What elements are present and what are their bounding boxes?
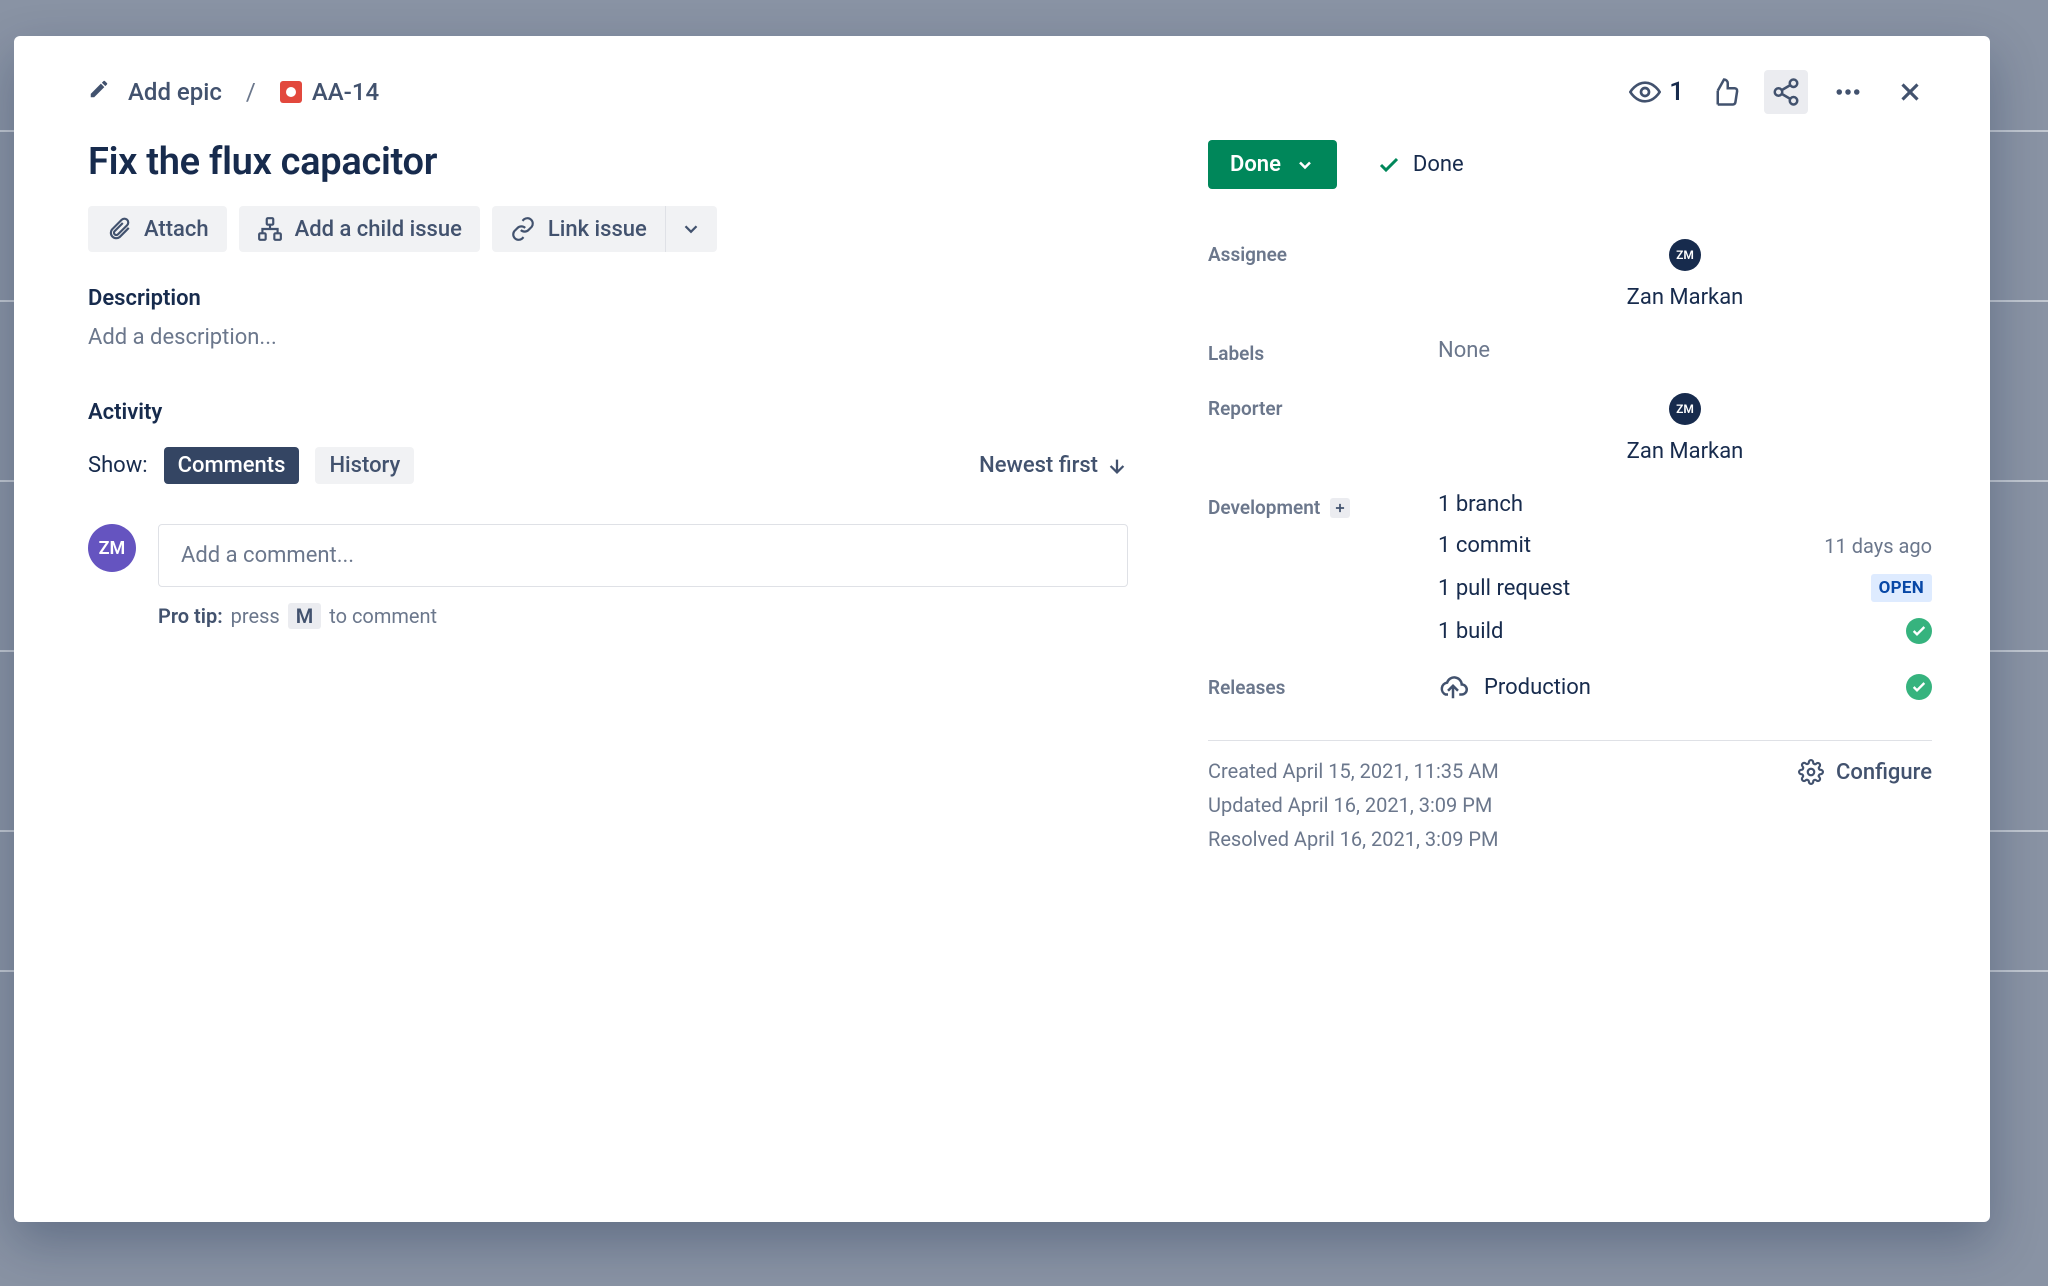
comment-input[interactable]: Add a comment...	[158, 524, 1128, 587]
paperclip-icon	[106, 216, 132, 242]
meta-created: Created April 15, 2021, 11:35 AM	[1208, 759, 1499, 783]
share-icon	[1771, 77, 1801, 107]
description-heading: Description	[88, 286, 1128, 311]
meta-updated: Updated April 16, 2021, 3:09 PM	[1208, 793, 1499, 817]
dev-commit-row[interactable]: 1 commit 11 days ago	[1438, 533, 1932, 558]
dev-pull-request-row[interactable]: 1 pull request OPEN	[1438, 574, 1932, 602]
releases-field[interactable]: Releases Production	[1208, 658, 1932, 716]
child-issue-icon	[257, 216, 283, 242]
release-value: Production	[1484, 675, 1591, 700]
dev-branch-text: 1 branch	[1438, 492, 1523, 517]
link-issue-button[interactable]: Link issue	[492, 206, 665, 252]
watchers-count: 1	[1669, 77, 1684, 107]
cloud-upload-icon	[1438, 672, 1468, 702]
add-child-label: Add a child issue	[295, 217, 462, 242]
more-horizontal-icon	[1833, 77, 1863, 107]
description-input[interactable]: Add a description...	[88, 325, 1128, 350]
chevron-down-icon	[1295, 155, 1315, 175]
tab-history[interactable]: History	[315, 447, 414, 484]
development-add-button[interactable]	[1330, 498, 1350, 518]
attach-button[interactable]: Attach	[88, 206, 227, 252]
pencil-icon	[88, 78, 110, 106]
dev-pr-status-badge: OPEN	[1871, 574, 1932, 602]
issue-detail-modal: Add epic / AA-14 1	[14, 36, 1990, 1222]
issue-key-link[interactable]: AA-14	[280, 78, 379, 106]
status-value: Done	[1230, 152, 1281, 177]
issue-meta-dates: Created April 15, 2021, 11:35 AM Updated…	[1208, 759, 1499, 851]
build-success-icon	[1906, 618, 1932, 644]
configure-button[interactable]: Configure	[1798, 759, 1932, 785]
development-label: Development	[1208, 492, 1438, 519]
dev-branch-row[interactable]: 1 branch	[1438, 492, 1932, 517]
assignee-field[interactable]: Assignee ZM Zan Markan	[1208, 225, 1932, 324]
issue-key-text: AA-14	[312, 78, 379, 106]
check-icon	[1911, 623, 1927, 639]
dev-build-row[interactable]: 1 build	[1438, 618, 1932, 644]
dev-commit-text: 1 commit	[1438, 533, 1531, 558]
meta-resolved: Resolved April 16, 2021, 3:09 PM	[1208, 827, 1499, 851]
reporter-avatar: ZM	[1669, 393, 1701, 425]
resolution-indicator: Done	[1377, 152, 1464, 177]
dev-build-text: 1 build	[1438, 619, 1503, 644]
configure-label: Configure	[1836, 760, 1932, 785]
check-icon	[1911, 679, 1927, 695]
dev-commit-time: 11 days ago	[1824, 534, 1932, 558]
meta-divider	[1208, 740, 1932, 741]
labels-label: Labels	[1208, 338, 1438, 365]
link-icon	[510, 216, 536, 242]
add-child-issue-button[interactable]: Add a child issue	[239, 206, 480, 252]
protip-label: Pro tip:	[158, 604, 223, 628]
chevron-down-icon	[680, 218, 702, 240]
link-issue-label: Link issue	[548, 217, 647, 242]
dev-pr-text: 1 pull request	[1438, 576, 1570, 601]
status-dropdown[interactable]: Done	[1208, 140, 1337, 189]
protip-key: M	[288, 603, 322, 629]
plus-icon	[1333, 501, 1347, 515]
releases-label: Releases	[1208, 672, 1438, 699]
breadcrumb-separator: /	[240, 78, 262, 106]
reporter-value: Zan Markan	[1627, 439, 1744, 464]
activity-sort-button[interactable]: Newest first	[979, 453, 1128, 478]
watchers-button[interactable]: 1	[1629, 76, 1684, 108]
assignee-avatar: ZM	[1669, 239, 1701, 271]
arrow-down-icon	[1106, 455, 1128, 477]
assignee-label: Assignee	[1208, 239, 1438, 266]
activity-show-label: Show:	[88, 453, 148, 478]
eye-icon	[1629, 76, 1661, 108]
more-actions-button[interactable]	[1826, 70, 1870, 114]
development-label-text: Development	[1208, 496, 1320, 519]
reporter-field[interactable]: Reporter ZM Zan Markan	[1208, 379, 1932, 478]
link-issue-dropdown[interactable]	[665, 206, 717, 252]
resolution-value: Done	[1413, 152, 1464, 177]
issue-type-bug-icon	[280, 81, 302, 103]
breadcrumb-bar: Add epic / AA-14 1	[14, 36, 1990, 114]
gear-icon	[1798, 759, 1824, 785]
labels-value: None	[1438, 338, 1932, 363]
activity-sort-label: Newest first	[979, 453, 1098, 478]
protip-suffix: to comment	[329, 604, 437, 628]
issue-title[interactable]: Fix the flux capacitor	[88, 140, 1128, 184]
tab-comments[interactable]: Comments	[164, 447, 300, 484]
protip-prefix: press	[231, 604, 280, 628]
check-icon	[1377, 153, 1401, 177]
release-success-icon	[1906, 674, 1932, 700]
vote-button[interactable]	[1702, 70, 1746, 114]
add-epic-link[interactable]: Add epic	[128, 78, 222, 106]
reporter-label: Reporter	[1208, 393, 1438, 420]
close-button[interactable]	[1888, 70, 1932, 114]
assignee-value: Zan Markan	[1627, 285, 1744, 310]
activity-heading: Activity	[88, 400, 1128, 425]
comment-protip: Pro tip: press M to comment	[158, 603, 1128, 629]
action-bar: Attach Add a child issue Link issue	[88, 206, 1128, 252]
thumbs-up-icon	[1709, 77, 1739, 107]
share-button[interactable]	[1764, 70, 1808, 114]
close-icon	[1895, 77, 1925, 107]
current-user-avatar: ZM	[88, 524, 136, 572]
attach-label: Attach	[144, 217, 209, 242]
labels-field[interactable]: Labels None	[1208, 324, 1932, 379]
